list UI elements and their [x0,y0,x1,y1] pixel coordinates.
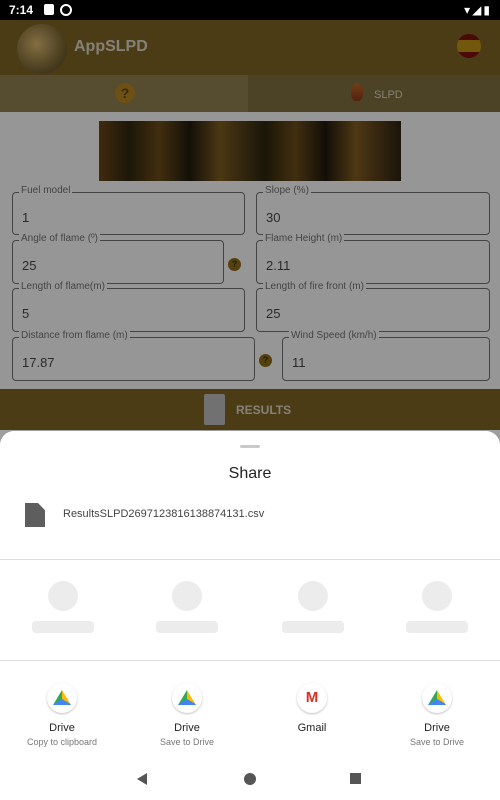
field-value: 1 [22,210,30,225]
results-label: RESULTS [236,403,292,417]
flame-height-field[interactable]: Flame Height (m) 2.11 [256,233,490,284]
fuel-model-field[interactable]: Fuel model 1 [12,185,245,235]
share-target-subtitle: Save to Drive [409,737,465,747]
tab-help[interactable]: ? [0,75,248,112]
field-label: Angle of flame (º) [19,233,101,244]
flame-angle-field[interactable]: Angle of flame (º) 25 [12,233,224,284]
forest-fire-banner [99,121,401,181]
tab-bar: ? SLPD [0,75,500,112]
field-label: Length of flame(m) [19,281,107,292]
contact-placeholder [406,581,468,633]
share-target-gmail[interactable]: M Gmail [257,683,367,737]
shared-file-name: ResultsSLPD2697123816138874131.csv [63,508,265,520]
google-drive-icon [47,683,77,713]
field-value: 25 [266,306,281,321]
share-target-drive-clipboard[interactable]: Drive Copy to clipboard [7,683,117,747]
sd-card-icon [44,4,54,15]
divider [0,660,500,661]
help-icon[interactable]: ? [259,354,272,367]
app-title: AppSLPD [74,38,148,55]
contact-placeholder [156,581,218,633]
contact-placeholder [282,581,344,633]
question-icon: ? [115,83,135,103]
share-target-name: Drive [49,722,75,734]
field-label: Fuel model [19,185,73,196]
field-label: Length of fire front (m) [263,281,366,292]
contact-placeholder [32,581,94,633]
field-value: 11 [292,355,306,370]
back-icon[interactable] [137,773,147,785]
field-label: Flame Height (m) [263,233,345,244]
share-target-drive-save[interactable]: Drive Save to Drive [132,683,242,747]
sync-icon [60,4,72,16]
field-label: Slope (%) [263,185,311,196]
share-target-drive-save-2[interactable]: Drive Save to Drive [382,683,492,747]
google-drive-icon [172,683,202,713]
fire-front-length-field[interactable]: Length of fire front (m) 25 [256,281,490,332]
field-value: 30 [266,210,281,225]
language-flag-icon[interactable] [457,34,481,58]
share-target-name: Drive [174,722,200,734]
share-target-subtitle: Save to Drive [159,737,215,747]
help-icon[interactable]: ? [228,258,241,271]
results-button[interactable]: RESULTS [0,389,500,430]
drag-handle[interactable] [240,445,260,448]
signal-battery-icons: ▾◢▮ [464,3,492,17]
share-title: Share [228,465,272,482]
google-drive-icon [422,683,452,713]
wind-speed-field[interactable]: Wind Speed (km/h) 11 [282,330,490,381]
field-value: 5 [22,306,30,321]
field-value: 17.87 [22,355,55,370]
share-target-name: Drive [424,722,450,734]
tab-slpd-label: SLPD [374,89,403,101]
navigation-bar [0,762,500,800]
field-label: Distance from flame (m) [19,330,130,341]
slope-field[interactable]: Slope (%) 30 [256,185,490,235]
fire-icon [351,83,363,101]
flame-distance-field[interactable]: Distance from flame (m) 17.87 [12,330,255,381]
field-value: 25 [22,258,37,273]
file-icon [25,503,45,527]
share-sheet: Share ResultsSLPD2697123816138874131.csv… [0,431,500,800]
status-time: 7:14 [9,3,34,17]
flame-length-field[interactable]: Length of flame(m) 5 [12,281,245,332]
divider [0,559,500,560]
app-logo [17,24,67,74]
gmail-icon: M [297,683,327,713]
field-value: 2.11 [266,258,291,273]
share-target-subtitle: Copy to clipboard [26,737,98,747]
field-label: Wind Speed (km/h) [289,330,379,341]
calculator-icon [204,394,225,425]
home-icon[interactable] [244,773,256,785]
app-bar: AppSLPD [0,20,500,75]
recents-icon[interactable] [350,773,361,784]
status-bar: 7:14 ▾◢▮ [0,0,500,20]
app-screen: AppSLPD ? SLPD Fuel model 1 Slope (%) 30… [0,20,500,430]
share-target-name: Gmail [297,722,327,734]
